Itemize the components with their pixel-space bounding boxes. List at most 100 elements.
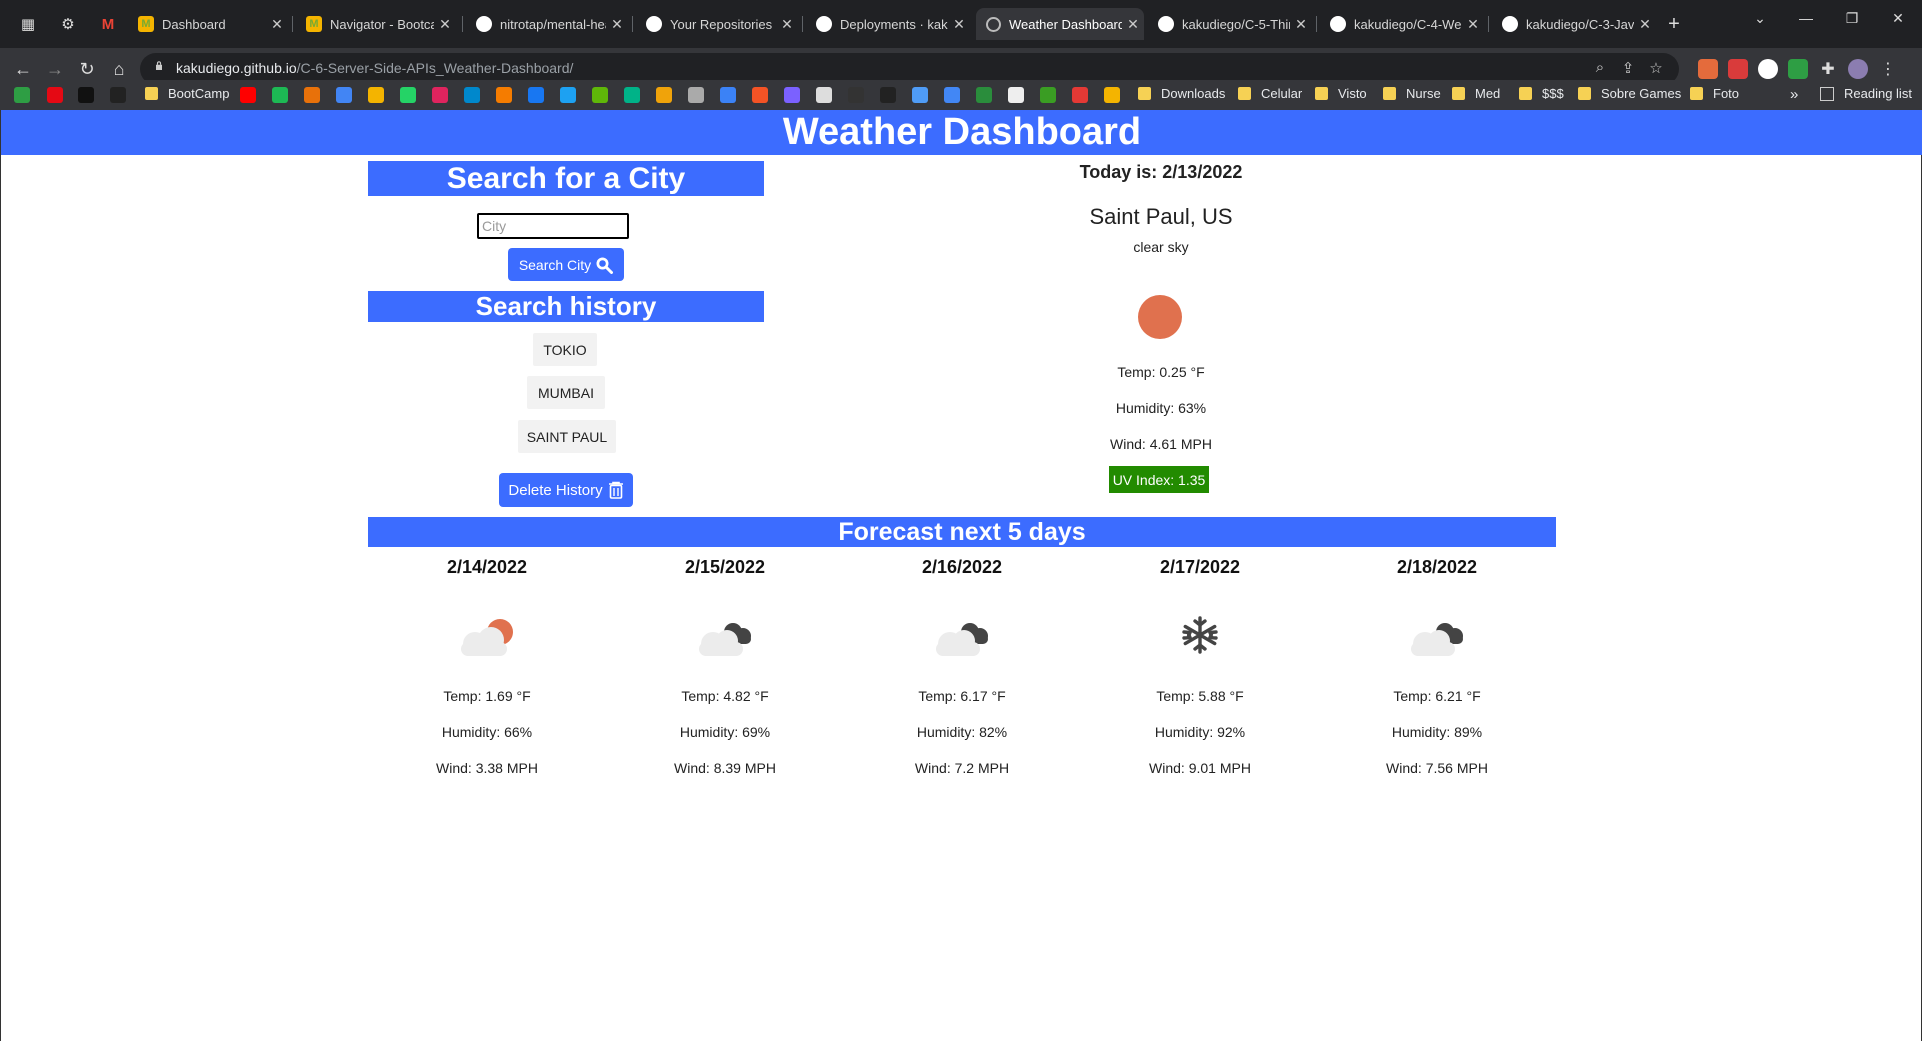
forward-arrow-icon[interactable]: → [42, 56, 68, 82]
bookmark-favicon-icon[interactable] [912, 87, 928, 103]
shield-extension-icon[interactable] [1788, 59, 1808, 79]
history-item-tokio[interactable]: TOKIO [533, 333, 597, 366]
bookmark-bootcamp[interactable]: BootCamp [145, 86, 229, 101]
bookmark-favicon-icon[interactable] [880, 87, 896, 103]
bookmark-favicon-icon[interactable] [110, 87, 126, 103]
bookmark-favicon-icon[interactable] [304, 87, 320, 103]
tab-dashboard[interactable]: M Dashboard ✕ [128, 8, 288, 40]
tab-your-repositories[interactable]: Your Repositories ✕ [636, 8, 798, 40]
puzzle-icon[interactable]: ✚ [1818, 59, 1838, 79]
home-icon[interactable]: ⌂ [106, 56, 132, 82]
close-tab-icon[interactable]: ✕ [606, 16, 628, 33]
bookmark-favicon-icon[interactable] [528, 87, 544, 103]
close-tab-icon[interactable]: ✕ [948, 16, 970, 33]
bookmark-favicon-icon[interactable] [752, 87, 768, 103]
bookmark-favicon-icon[interactable] [784, 87, 800, 103]
tab-navigator[interactable]: M Navigator - Bootcamp ✕ [296, 8, 456, 40]
bookmark-favicon-icon[interactable] [240, 87, 256, 103]
close-tab-icon[interactable]: ✕ [776, 16, 798, 33]
folder-icon [1138, 87, 1151, 100]
tab-c3[interactable]: kakudiego/C-3-Java ✕ [1492, 8, 1656, 40]
bookmark-favicon-icon[interactable] [624, 87, 640, 103]
share-icon[interactable]: ⇪ [1618, 59, 1638, 77]
bookmark-favicon-icon[interactable] [944, 87, 960, 103]
folder-icon [1452, 87, 1465, 100]
bookmark-favicon-icon[interactable] [1008, 87, 1024, 103]
settings-gear-icon[interactable]: ⚙ [56, 12, 80, 36]
reload-icon[interactable]: ↻ [74, 56, 100, 82]
bookmark-favicon-icon[interactable] [14, 87, 30, 103]
extension-icon[interactable] [1758, 59, 1778, 79]
forecast-temp: Temp: 1.69 °F [443, 688, 531, 704]
bookmark-favicon-icon[interactable] [976, 87, 992, 103]
bookmark-favicon-icon[interactable] [1040, 87, 1056, 103]
forecast-temp: Temp: 5.88 °F [1156, 688, 1244, 704]
broken-clouds-icon [699, 623, 751, 656]
history-item-saint-paul[interactable]: SAINT PAUL [518, 420, 616, 453]
bookmark-favicon-icon[interactable] [272, 87, 288, 103]
reading-list-button[interactable]: Reading list [1820, 86, 1912, 101]
bookmarks-overflow-button[interactable]: » [1790, 86, 1798, 103]
bookmark-star-icon[interactable]: ☆ [1646, 59, 1666, 77]
zoom-icon[interactable]: ⌕ [1590, 59, 1610, 76]
bookmark-favicon-icon[interactable] [496, 87, 512, 103]
bookmark-celular[interactable]: Celular [1238, 86, 1302, 101]
close-tab-icon[interactable]: ✕ [1462, 16, 1484, 33]
bookmark-favicon-icon[interactable] [47, 87, 63, 103]
bookmark-favicon-icon[interactable] [720, 87, 736, 103]
forecast-wind: Wind: 8.39 MPH [674, 760, 776, 776]
history-item-mumbai[interactable]: MUMBAI [527, 376, 605, 409]
current-temp: Temp: 0.25 °F [1117, 364, 1205, 380]
tab-c5[interactable]: kakudiego/C-5-Third ✕ [1148, 8, 1312, 40]
bookmark-sobre-games[interactable]: Sobre Games [1578, 86, 1681, 101]
reading-list-icon [1820, 86, 1834, 101]
apps-grid-icon[interactable]: ▦ [16, 12, 40, 36]
bookmark-downloads[interactable]: Downloads [1138, 86, 1225, 101]
close-tab-icon[interactable]: ✕ [434, 16, 456, 33]
bookmark-favicon-icon[interactable] [1104, 87, 1120, 103]
extension-icon[interactable] [1698, 59, 1718, 79]
tab-mental-health[interactable]: nitrotap/mental-health ✕ [466, 8, 628, 40]
menu-dots-icon[interactable]: ⋮ [1878, 59, 1898, 79]
tab-search-chevron-icon[interactable]: ⌄ [1740, 10, 1780, 27]
bookmark-favicon-icon[interactable] [816, 87, 832, 103]
bookmark-favicon-icon[interactable] [336, 87, 352, 103]
tab-weather-dashboard[interactable]: Weather Dashboard ✕ [976, 8, 1144, 40]
tab-c4[interactable]: kakudiego/C-4-Web ✕ [1320, 8, 1484, 40]
bookmark-foto[interactable]: Foto [1690, 86, 1739, 101]
minimize-icon[interactable]: — [1786, 10, 1826, 26]
close-window-icon[interactable]: ✕ [1878, 10, 1918, 27]
close-tab-icon[interactable]: ✕ [266, 16, 288, 33]
bookmark-visto[interactable]: Visto [1315, 86, 1367, 101]
close-tab-icon[interactable]: ✕ [1290, 16, 1312, 33]
bookmark-nurse[interactable]: Nurse [1383, 86, 1441, 101]
bookmark-favicon-icon[interactable] [848, 87, 864, 103]
new-tab-icon[interactable]: + [1662, 12, 1686, 36]
close-tab-icon[interactable]: ✕ [1122, 16, 1144, 33]
bookmark-favicon-icon[interactable] [78, 87, 94, 103]
bookmark-money[interactable]: $$$ [1519, 86, 1564, 101]
bookmark-favicon-icon[interactable] [400, 87, 416, 103]
extension-icon[interactable] [1728, 59, 1748, 79]
bookmark-med[interactable]: Med [1452, 86, 1500, 101]
bookmark-favicon-icon[interactable] [560, 87, 576, 103]
delete-history-button[interactable]: Delete History [499, 473, 633, 507]
gmail-icon[interactable]: M [96, 12, 120, 36]
tab-deployments[interactable]: Deployments · kakudiego ✕ [806, 8, 970, 40]
folder-icon [1519, 87, 1532, 100]
bookmark-favicon-icon[interactable] [592, 87, 608, 103]
bookmark-favicon-icon[interactable] [1072, 87, 1088, 103]
city-search-input[interactable] [477, 213, 629, 239]
bookmark-favicon-icon[interactable] [368, 87, 384, 103]
avatar[interactable] [1848, 59, 1868, 79]
bookmark-favicon-icon[interactable] [688, 87, 704, 103]
bookmark-favicon-icon[interactable] [432, 87, 448, 103]
back-arrow-icon[interactable]: ← [10, 56, 36, 82]
browser-tab-strip: ▦ ⚙ M M Dashboard ✕ M Navigator - Bootca… [0, 0, 1922, 48]
bookmark-favicon-icon[interactable] [464, 87, 480, 103]
restore-icon[interactable]: ❐ [1832, 10, 1872, 27]
close-tab-icon[interactable]: ✕ [1634, 16, 1656, 33]
search-city-button[interactable]: Search City [508, 248, 624, 281]
bookmark-favicon-icon[interactable] [656, 87, 672, 103]
forecast-heading: Forecast next 5 days [368, 517, 1556, 547]
